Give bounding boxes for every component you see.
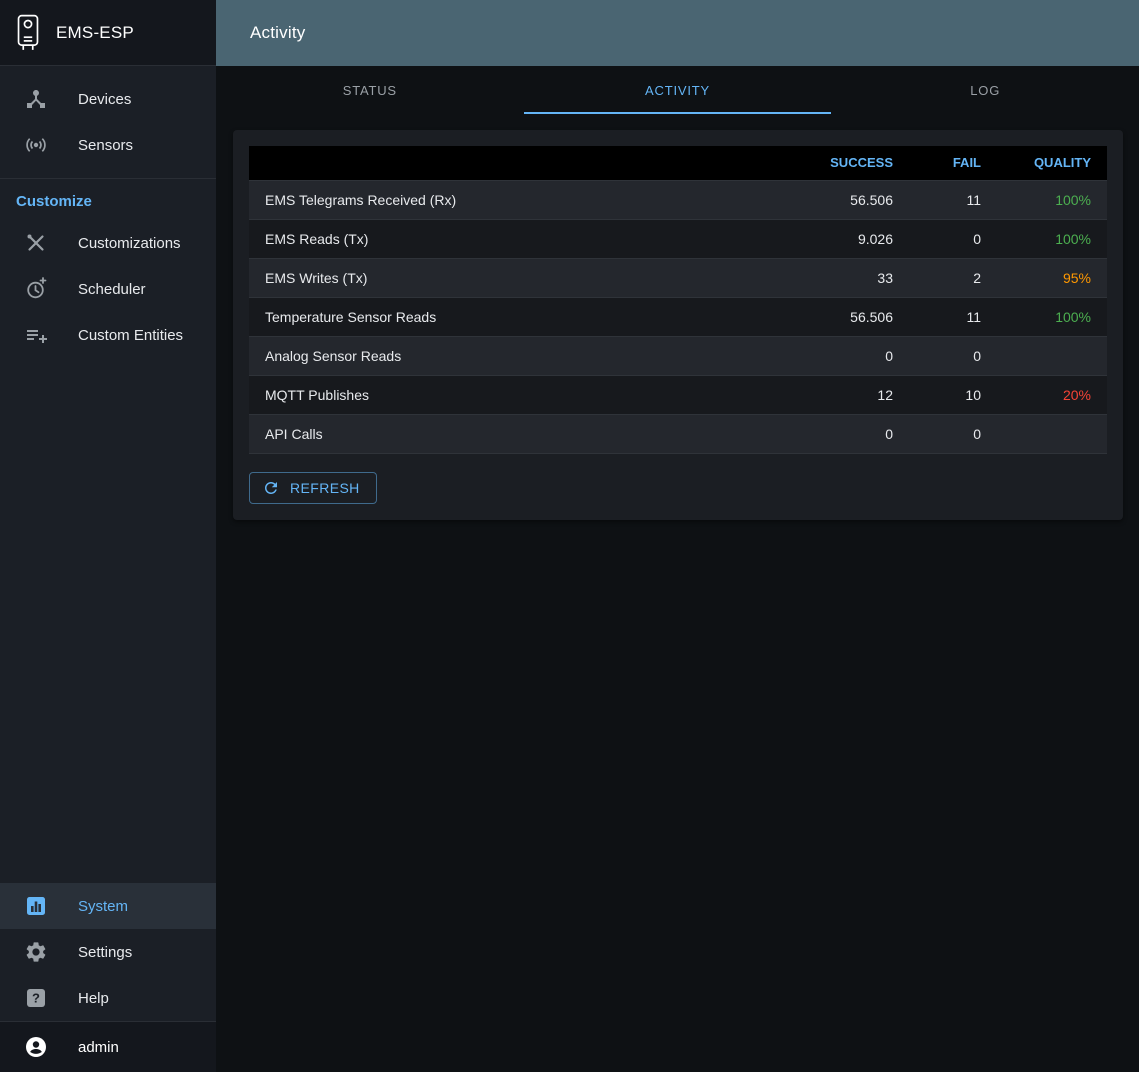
sidebar-header: EMS-ESP [0, 0, 216, 66]
success-cell: 0 [789, 336, 909, 375]
quality-value: 100% [1055, 192, 1091, 208]
fail-cell: 11 [909, 297, 997, 336]
sidebar-spacer [0, 358, 216, 883]
tab-activity[interactable]: ACTIVITY [524, 66, 832, 114]
scheduler-clock-icon [24, 277, 48, 301]
sidebar-item-scheduler[interactable]: Scheduler [0, 266, 216, 312]
column-header-metric [249, 146, 789, 180]
page-title: Activity [250, 23, 305, 43]
column-header-fail: FAIL [909, 146, 997, 180]
tab-log[interactable]: LOG [831, 66, 1139, 114]
fail-cell: 2 [909, 258, 997, 297]
sidebar-item-help[interactable]: ? Help [0, 975, 216, 1021]
quality-value: 100% [1055, 231, 1091, 247]
sidebar-item-devices[interactable]: Devices [0, 76, 216, 122]
column-header-success: SUCCESS [789, 146, 909, 180]
fail-cell: 0 [909, 414, 997, 453]
svg-text:?: ? [32, 991, 40, 1006]
success-cell: 33 [789, 258, 909, 297]
quality-cell [997, 336, 1107, 375]
metric-cell: EMS Reads (Tx) [249, 219, 789, 258]
refresh-button[interactable]: REFRESH [249, 472, 377, 504]
success-cell: 0 [789, 414, 909, 453]
sidebar-item-system[interactable]: System [0, 883, 216, 929]
user-name: admin [78, 1039, 119, 1056]
sensors-icon [24, 133, 48, 157]
sidebar-item-label: Custom Entities [78, 327, 183, 344]
table-row: EMS Writes (Tx) 33 2 95% [249, 258, 1107, 297]
app-root: EMS-ESP Devices [0, 0, 1139, 1072]
sidebar: EMS-ESP Devices [0, 0, 216, 1072]
appbar: Activity [216, 0, 1139, 66]
refresh-button-label: REFRESH [290, 480, 360, 496]
metric-cell: Analog Sensor Reads [249, 336, 789, 375]
sidebar-nav: Devices Sensors Customize [0, 66, 216, 358]
ems-esp-logo-icon [14, 13, 42, 53]
table-row: EMS Reads (Tx) 9.026 0 100% [249, 219, 1107, 258]
sidebar-bottom-nav: System Settings ? Help [0, 883, 216, 1021]
fail-cell: 0 [909, 219, 997, 258]
table-row: API Calls 0 0 [249, 414, 1107, 453]
playlist-add-icon [24, 323, 48, 347]
sidebar-item-label: Settings [78, 944, 132, 961]
sidebar-item-label: Customizations [78, 235, 181, 252]
metric-cell: Temperature Sensor Reads [249, 297, 789, 336]
quality-value: 20% [1063, 387, 1091, 403]
success-cell: 12 [789, 375, 909, 414]
refresh-icon [262, 479, 280, 497]
app-title: EMS-ESP [56, 23, 134, 43]
construction-icon [24, 231, 48, 255]
metric-cell: MQTT Publishes [249, 375, 789, 414]
success-cell: 56.506 [789, 297, 909, 336]
metric-cell: EMS Telegrams Received (Rx) [249, 180, 789, 219]
sidebar-item-settings[interactable]: Settings [0, 929, 216, 975]
quality-cell: 20% [997, 375, 1107, 414]
card-actions: REFRESH [249, 472, 1107, 504]
activity-card: SUCCESS FAIL QUALITY EMS Telegrams Recei… [233, 130, 1123, 520]
gear-icon [24, 940, 48, 964]
quality-value: 95% [1063, 270, 1091, 286]
fail-cell: 0 [909, 336, 997, 375]
tab-bar: STATUS ACTIVITY LOG [216, 66, 1139, 114]
quality-cell [997, 414, 1107, 453]
analytics-icon [24, 894, 48, 918]
sidebar-item-sensors[interactable]: Sensors [0, 122, 216, 168]
quality-value: 100% [1055, 309, 1091, 325]
sidebar-item-label: System [78, 898, 128, 915]
tab-status[interactable]: STATUS [216, 66, 524, 114]
account-circle-icon [24, 1035, 48, 1059]
customize-section-label: Customize [0, 179, 216, 220]
sidebar-item-custom-entities[interactable]: Custom Entities [0, 312, 216, 358]
column-header-quality: QUALITY [997, 146, 1107, 180]
main-area: Activity STATUS ACTIVITY LOG SUCCESS FAI… [216, 0, 1139, 1072]
metric-cell: API Calls [249, 414, 789, 453]
quality-cell: 100% [997, 219, 1107, 258]
table-row: Temperature Sensor Reads 56.506 11 100% [249, 297, 1107, 336]
table-row: MQTT Publishes 12 10 20% [249, 375, 1107, 414]
sidebar-item-label: Sensors [78, 137, 133, 154]
success-cell: 56.506 [789, 180, 909, 219]
help-icon: ? [24, 986, 48, 1010]
sidebar-user[interactable]: admin [0, 1021, 216, 1072]
sidebar-item-customizations[interactable]: Customizations [0, 220, 216, 266]
quality-cell: 95% [997, 258, 1107, 297]
quality-cell: 100% [997, 180, 1107, 219]
sidebar-item-label: Help [78, 990, 109, 1007]
quality-cell: 100% [997, 297, 1107, 336]
metric-cell: EMS Writes (Tx) [249, 258, 789, 297]
sidebar-item-label: Scheduler [78, 281, 146, 298]
table-row: Analog Sensor Reads 0 0 [249, 336, 1107, 375]
table-row: EMS Telegrams Received (Rx) 56.506 11 10… [249, 180, 1107, 219]
activity-table: SUCCESS FAIL QUALITY EMS Telegrams Recei… [249, 146, 1107, 454]
sidebar-item-label: Devices [78, 91, 131, 108]
fail-cell: 11 [909, 180, 997, 219]
fail-cell: 10 [909, 375, 997, 414]
table-header-row: SUCCESS FAIL QUALITY [249, 146, 1107, 180]
success-cell: 9.026 [789, 219, 909, 258]
device-hub-icon [24, 87, 48, 111]
